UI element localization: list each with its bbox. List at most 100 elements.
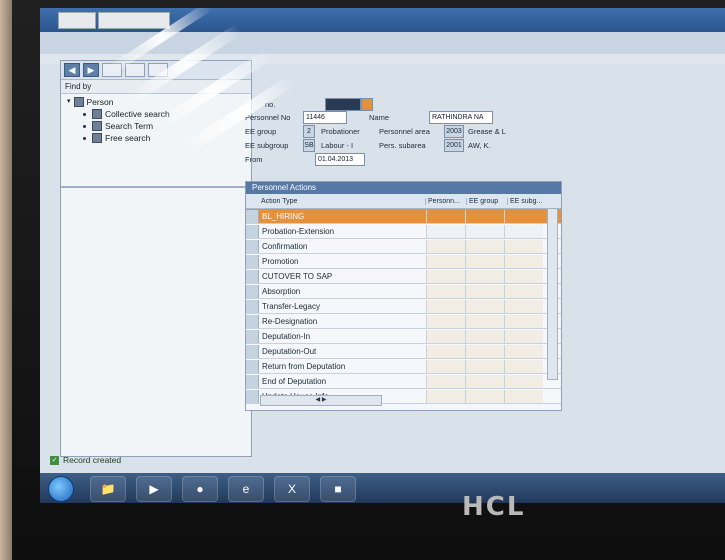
table-row[interactable]: Deputation-In [246,329,561,344]
personnel-cell[interactable] [426,329,465,343]
table-row[interactable]: Absorption [246,284,561,299]
command-field-button[interactable] [361,97,374,111]
row-selector[interactable] [246,284,259,298]
ee-subgroup-cell[interactable] [504,209,543,223]
media-player-icon[interactable]: ▶ [136,476,172,502]
background-wall [0,0,12,560]
table-row[interactable]: Confirmation [246,239,561,254]
ee-group-cell[interactable] [465,224,504,238]
column-header-ee-group[interactable]: EE group [466,197,507,205]
ee-group-label: EE group [245,126,277,136]
ee-subgroup-cell[interactable] [504,359,543,373]
ee-subgroup-label: EE subgroup [245,140,289,150]
ee-subgroup-cell[interactable] [504,299,543,313]
panel-splitter[interactable] [61,186,251,188]
personnel-cell[interactable] [426,314,465,328]
ee-subgroup-cell[interactable] [504,269,543,283]
ee-group-cell[interactable] [465,254,504,268]
ee-group-cell[interactable] [465,389,504,403]
ee-group-cell[interactable] [465,209,504,223]
personnel-cell[interactable] [426,269,465,283]
personnel-actions-panel: Personnel Actions Action Type Personn...… [245,181,562,411]
action-type-cell: Deputation-Out [262,346,317,356]
command-field[interactable] [325,97,362,111]
personnel-cell[interactable] [426,299,465,313]
ee-group-cell[interactable] [465,284,504,298]
excel-icon[interactable]: X [274,476,310,502]
ee-subgroup-cell[interactable] [504,284,543,298]
from-date-field[interactable]: 01.04.2013 [315,152,365,166]
expand-icon[interactable]: ▾ [67,96,71,108]
row-selector[interactable] [246,359,259,373]
row-selector[interactable] [246,314,259,328]
personnel-cell[interactable] [426,359,465,373]
personnel-cell[interactable] [426,374,465,388]
ee-group-cell[interactable] [465,314,504,328]
row-selector[interactable] [246,209,259,223]
column-header-ee-subgroup[interactable]: EE subg... [507,197,548,205]
ee-group-cell[interactable] [465,374,504,388]
ee-group-cell[interactable] [465,239,504,253]
row-selector[interactable] [246,344,259,358]
ee-group-cell[interactable] [465,359,504,373]
row-selector[interactable] [246,329,259,343]
row-selector[interactable] [246,299,259,313]
personnel-cell[interactable] [426,239,465,253]
personnel-cell[interactable] [426,254,465,268]
personnel-cell[interactable] [426,284,465,298]
ee-subgroup-cell[interactable] [504,314,543,328]
ee-group-cell[interactable] [465,269,504,283]
table-row[interactable]: CUTOVER TO SAP [246,269,561,284]
row-selector[interactable] [246,224,259,238]
chrome-icon[interactable]: ● [182,476,218,502]
forward-arrow-icon[interactable]: ▶ [83,63,99,77]
ee-group-cell[interactable] [465,299,504,313]
ee-subgroup-cell[interactable] [504,239,543,253]
ee-subgroup-cell[interactable] [504,254,543,268]
horizontal-scrollbar[interactable]: ◀ ▶ [260,395,382,406]
table-row[interactable]: Probation-Extension [246,224,561,239]
status-message: Record created [63,455,122,465]
personnel-no-field[interactable]: 11446 [303,110,347,124]
tree-node-person[interactable]: ▾ Person [65,96,247,108]
file-explorer-icon[interactable]: 📁 [90,476,126,502]
toolbar-field[interactable] [125,63,145,77]
row-selector[interactable] [246,269,259,283]
personnel-cell[interactable] [426,224,465,238]
menu-button[interactable] [58,12,96,29]
action-type-cell: Re-Designation [262,316,318,326]
column-header-personnel[interactable]: Personn... [425,197,466,205]
row-selector[interactable] [246,254,259,268]
search-icon [92,121,102,131]
back-arrow-icon[interactable]: ◀ [64,63,80,77]
sap-icon[interactable]: ■ [320,476,356,502]
vertical-scrollbar[interactable] [547,208,558,380]
ee-subgroup-cell[interactable] [504,329,543,343]
ee-subgroup-cell[interactable] [504,389,543,403]
table-row[interactable]: Deputation-Out [246,344,561,359]
windows-start-icon[interactable] [48,476,74,502]
personnel-cell[interactable] [426,344,465,358]
row-selector[interactable] [246,239,259,253]
ee-group-code: 2 [303,124,315,138]
table-row[interactable]: End of Deputation [246,374,561,389]
column-header-action-type[interactable]: Action Type [258,198,425,205]
row-selector[interactable] [246,374,259,388]
monitor-logo: HCL [462,492,526,522]
ee-group-cell[interactable] [465,329,504,343]
table-row[interactable]: Re-Designation [246,314,561,329]
ee-subgroup-cell[interactable] [504,224,543,238]
personnel-cell[interactable] [426,389,465,403]
row-selector[interactable] [246,389,259,403]
pers-subarea-code: 2001 [444,138,464,152]
ee-subgroup-cell[interactable] [504,344,543,358]
table-row[interactable]: Transfer-Legacy [246,299,561,314]
table-row[interactable]: Promotion [246,254,561,269]
tree-node-collective-search[interactable]: Collective search [65,108,247,120]
internet-explorer-icon[interactable]: e [228,476,264,502]
table-row[interactable]: Return from Deputation [246,359,561,374]
ee-group-cell[interactable] [465,344,504,358]
ee-subgroup-cell[interactable] [504,374,543,388]
personnel-cell[interactable] [426,209,465,223]
table-row[interactable]: BL_HIRING [246,209,561,224]
